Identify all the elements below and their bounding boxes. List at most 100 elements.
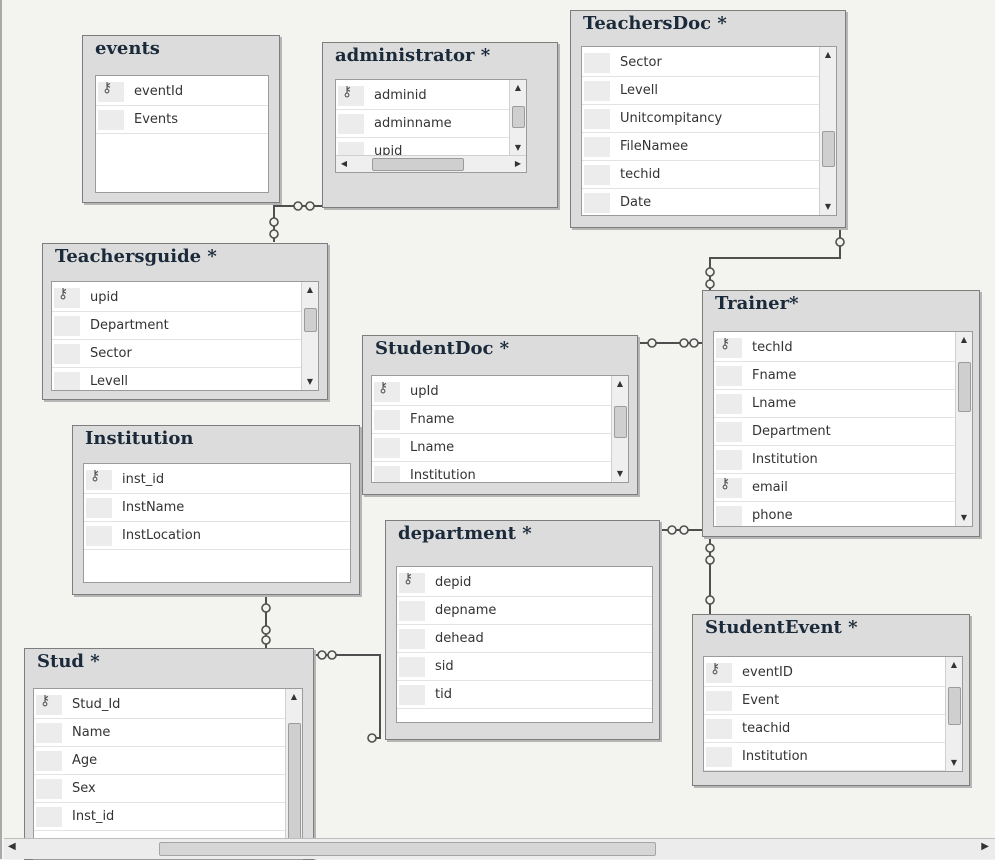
column-row[interactable]: Age xyxy=(34,747,286,775)
table-trainer[interactable]: Trainer* ⚷ techId Fname Lname Department Insti… xyxy=(702,290,980,537)
table-studentevent[interactable]: StudentEvent * ⚷ eventID Event teachid Instit… xyxy=(692,614,970,786)
column-row[interactable]: Date xyxy=(582,189,820,215)
row-selector[interactable] xyxy=(706,747,732,767)
column-row[interactable]: ⚷ upid xyxy=(52,284,302,312)
vertical-scrollbar[interactable]: ▲▼ xyxy=(955,332,972,526)
row-selector[interactable] xyxy=(399,601,425,621)
column-row[interactable]: depname xyxy=(397,597,652,625)
row-selector[interactable] xyxy=(399,629,425,649)
row-selector[interactable] xyxy=(36,723,62,743)
column-row[interactable]: InstName xyxy=(84,494,350,522)
row-selector[interactable] xyxy=(716,506,742,526)
scroll-thumb[interactable] xyxy=(948,687,961,725)
column-row[interactable]: ⚷ adminid xyxy=(336,82,510,110)
column-row[interactable]: Levell xyxy=(52,368,302,390)
table-teachersguide[interactable]: Teachersguide * ⚷ upid Department Sector Leve… xyxy=(42,243,328,400)
canvas-scroll-thumb[interactable] xyxy=(159,842,656,856)
scroll-down-icon[interactable]: ▼ xyxy=(510,140,526,156)
scroll-down-icon[interactable]: ▼ xyxy=(612,466,628,482)
row-selector[interactable] xyxy=(338,114,364,134)
canvas-horizontal-scrollbar[interactable]: ◀ ▶ xyxy=(4,838,995,859)
table-events[interactable]: events ⚷ eventId Events xyxy=(82,35,280,203)
scroll-down-icon[interactable]: ▼ xyxy=(956,510,972,526)
row-selector[interactable] xyxy=(374,466,400,482)
row-selector[interactable] xyxy=(374,410,400,430)
column-row[interactable]: Events xyxy=(96,106,268,134)
row-selector[interactable] xyxy=(399,657,425,677)
vertical-scrollbar[interactable]: ▲▼ xyxy=(819,47,836,215)
column-row[interactable]: Lname xyxy=(714,390,956,418)
row-selector[interactable] xyxy=(54,316,80,336)
column-row[interactable]: ⚷ eventID xyxy=(704,659,946,687)
column-row[interactable]: Institution xyxy=(704,743,946,771)
scroll-right-icon[interactable]: ▶ xyxy=(510,156,526,172)
scroll-down-icon[interactable]: ▼ xyxy=(820,199,836,215)
column-row[interactable]: teachid xyxy=(704,715,946,743)
column-row[interactable]: tid xyxy=(397,681,652,709)
scroll-up-icon[interactable]: ▲ xyxy=(820,47,836,63)
scroll-up-icon[interactable]: ▲ xyxy=(510,80,526,96)
scroll-left-icon[interactable]: ◀ xyxy=(336,156,352,172)
column-row[interactable]: ⚷ inst_id xyxy=(84,466,350,494)
row-selector[interactable] xyxy=(36,751,62,771)
table-institution[interactable]: Institution ⚷ inst_id InstName InstLocation xyxy=(72,425,360,595)
column-row[interactable]: Name xyxy=(34,719,286,747)
column-row[interactable]: ⚷ techId xyxy=(714,334,956,362)
scroll-thumb[interactable] xyxy=(958,362,971,412)
row-selector[interactable] xyxy=(36,807,62,827)
row-selector[interactable] xyxy=(584,137,610,157)
column-row[interactable]: ⚷ depid xyxy=(397,569,652,597)
vertical-scrollbar[interactable]: ▲▼ xyxy=(285,689,302,859)
scroll-up-icon[interactable]: ▲ xyxy=(286,689,302,705)
table-administrator[interactable]: administrator * ⚷ adminid adminname upid ▲ ▼ ◀ ▶ xyxy=(322,42,558,208)
row-selector[interactable] xyxy=(584,53,610,73)
table-studentdoc[interactable]: StudentDoc * ⚷ upId Fname Lname Institution ▲ ▼ xyxy=(362,335,638,495)
table-teachersdoc[interactable]: TeachersDoc * Sector Levell Unitcompitancy F… xyxy=(570,10,846,228)
column-row[interactable]: Levell xyxy=(582,77,820,105)
scroll-up-icon[interactable]: ▲ xyxy=(946,657,962,673)
scroll-thumb[interactable] xyxy=(288,723,301,855)
row-selector[interactable] xyxy=(584,109,610,129)
row-selector[interactable] xyxy=(716,394,742,414)
row-selector[interactable] xyxy=(399,685,425,705)
vertical-scrollbar[interactable]: ▲▼ xyxy=(509,80,526,156)
column-row[interactable]: Sector xyxy=(582,49,820,77)
column-row[interactable]: dehead xyxy=(397,625,652,653)
scroll-thumb[interactable] xyxy=(822,131,835,167)
scroll-left-icon[interactable]: ◀ xyxy=(8,841,16,852)
column-row[interactable]: Institution xyxy=(714,446,956,474)
row-selector[interactable] xyxy=(36,779,62,799)
vertical-scrollbar[interactable]: ▲▼ xyxy=(945,657,962,771)
column-row[interactable]: ⚷ email xyxy=(714,474,956,502)
row-selector[interactable] xyxy=(54,344,80,364)
column-row[interactable]: FileNamee xyxy=(582,133,820,161)
column-row[interactable]: Event xyxy=(704,687,946,715)
column-row[interactable]: Sector xyxy=(52,340,302,368)
vertical-scrollbar[interactable]: ▲▼ xyxy=(611,376,628,482)
row-selector[interactable] xyxy=(86,526,112,546)
table-department[interactable]: department * ⚷ depid depname dehead sid tid xyxy=(385,520,660,740)
column-row[interactable]: ⚷ Stud_Id xyxy=(34,691,286,719)
row-selector[interactable] xyxy=(584,81,610,101)
scroll-thumb[interactable] xyxy=(304,308,317,332)
row-selector[interactable] xyxy=(584,193,610,213)
scroll-right-icon[interactable]: ▶ xyxy=(981,841,989,852)
column-row[interactable]: techid xyxy=(582,161,820,189)
column-row[interactable]: phone xyxy=(714,502,956,526)
column-row[interactable]: Fname xyxy=(372,406,612,434)
row-selector[interactable] xyxy=(86,498,112,518)
row-selector[interactable] xyxy=(54,372,80,390)
column-row[interactable]: Unitcompitancy xyxy=(582,105,820,133)
row-selector[interactable] xyxy=(98,110,124,130)
column-row[interactable]: Sex xyxy=(34,775,286,803)
scroll-thumb[interactable] xyxy=(614,406,627,438)
row-selector[interactable] xyxy=(706,691,732,711)
column-row[interactable]: Institution xyxy=(372,462,612,482)
scroll-up-icon[interactable]: ▲ xyxy=(956,332,972,348)
horizontal-scrollbar[interactable]: ◀ ▶ xyxy=(336,155,526,172)
scroll-up-icon[interactable]: ▲ xyxy=(302,282,318,298)
row-selector[interactable] xyxy=(716,366,742,386)
table-stud[interactable]: Stud * ⚷ Stud_Id Name Age Sex Inst_id ▲▼ xyxy=(24,648,314,860)
column-row[interactable]: Department xyxy=(714,418,956,446)
scroll-down-icon[interactable]: ▼ xyxy=(302,374,318,390)
